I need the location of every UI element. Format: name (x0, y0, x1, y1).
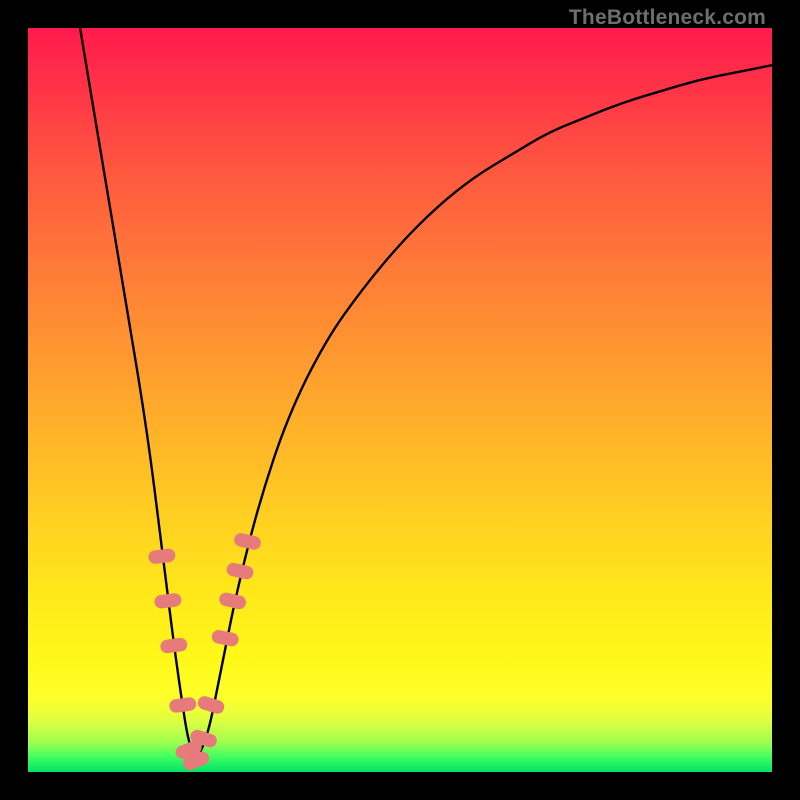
highlight-marker (168, 696, 197, 713)
highlight-marker (196, 695, 226, 716)
bottleneck-curve-svg (28, 28, 772, 772)
chart-frame: TheBottleneck.com (0, 0, 800, 800)
highlight-marker (218, 591, 247, 610)
highlight-marker (154, 592, 182, 609)
chart-plot-area (28, 28, 772, 772)
highlight-marker (160, 637, 189, 654)
highlight-marker (233, 532, 262, 551)
highlight-marker (225, 561, 254, 580)
highlight-marker (211, 629, 240, 648)
highlight-marker (148, 548, 176, 565)
watermark-text: TheBottleneck.com (569, 6, 766, 30)
